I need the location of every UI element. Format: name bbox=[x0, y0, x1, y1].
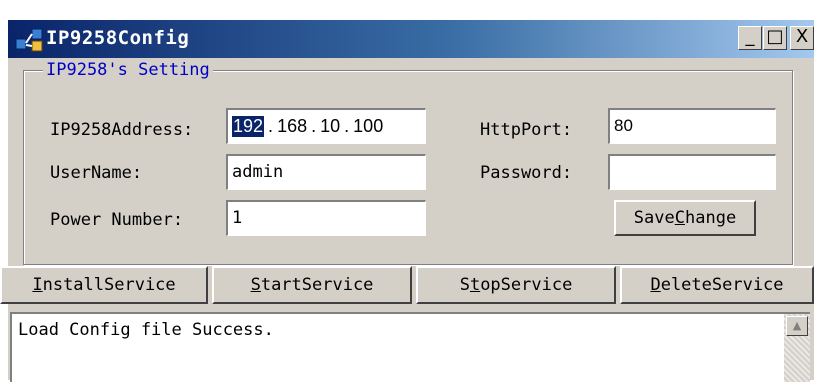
power-number-input[interactable]: 1 bbox=[226, 200, 426, 236]
stop-service-button[interactable]: StopService bbox=[416, 266, 616, 304]
delete-service-button[interactable]: DeleteService bbox=[620, 266, 814, 304]
scroll-up-button[interactable]: ▲ bbox=[786, 316, 808, 336]
password-label: Password: bbox=[480, 163, 573, 183]
start-service-button[interactable]: StartService bbox=[212, 266, 412, 304]
username-input[interactable]: admin bbox=[226, 154, 426, 190]
settings-group-title: IP9258's Setting bbox=[43, 60, 213, 80]
ip-address-label: IP9258Address: bbox=[50, 120, 194, 140]
save-change-button[interactable]: SaveChange bbox=[614, 200, 756, 236]
ip-address-input[interactable]: 192. 168. 10. 100 bbox=[226, 108, 426, 144]
minimize-button[interactable]: _ bbox=[738, 26, 762, 50]
minimize-icon: _ bbox=[745, 26, 755, 47]
ip-octet-4[interactable]: 100 bbox=[353, 116, 383, 137]
http-port-input[interactable]: 80 bbox=[608, 108, 776, 144]
main-window: IP9258Config _ □ X IP9258's Setting IP92… bbox=[0, 20, 814, 382]
log-output[interactable]: Load Config file Success. ▲ bbox=[10, 312, 810, 382]
title-bar[interactable]: IP9258Config _ □ X bbox=[8, 20, 814, 58]
log-message: Load Config file Success. bbox=[18, 320, 274, 340]
maximize-icon: □ bbox=[766, 26, 784, 47]
http-port-label: HttpPort: bbox=[480, 120, 573, 140]
scroll-up-arrow-icon: ▲ bbox=[792, 319, 802, 332]
close-button[interactable]: X bbox=[790, 26, 814, 50]
window-title: IP9258Config bbox=[46, 27, 190, 49]
ip-octet-1[interactable]: 192 bbox=[232, 116, 265, 137]
ip-octet-2[interactable]: 168 bbox=[277, 116, 307, 137]
username-label: UserName: bbox=[50, 163, 143, 183]
close-icon: X bbox=[795, 26, 809, 47]
power-number-label: Power Number: bbox=[50, 210, 184, 230]
maximize-button[interactable]: □ bbox=[763, 26, 787, 50]
app-icon bbox=[15, 28, 43, 52]
log-scrollbar[interactable]: ▲ bbox=[784, 314, 810, 382]
ip-octet-3[interactable]: 10 bbox=[320, 116, 340, 137]
password-input[interactable] bbox=[608, 154, 776, 190]
install-service-button[interactable]: InstallService bbox=[0, 266, 208, 304]
